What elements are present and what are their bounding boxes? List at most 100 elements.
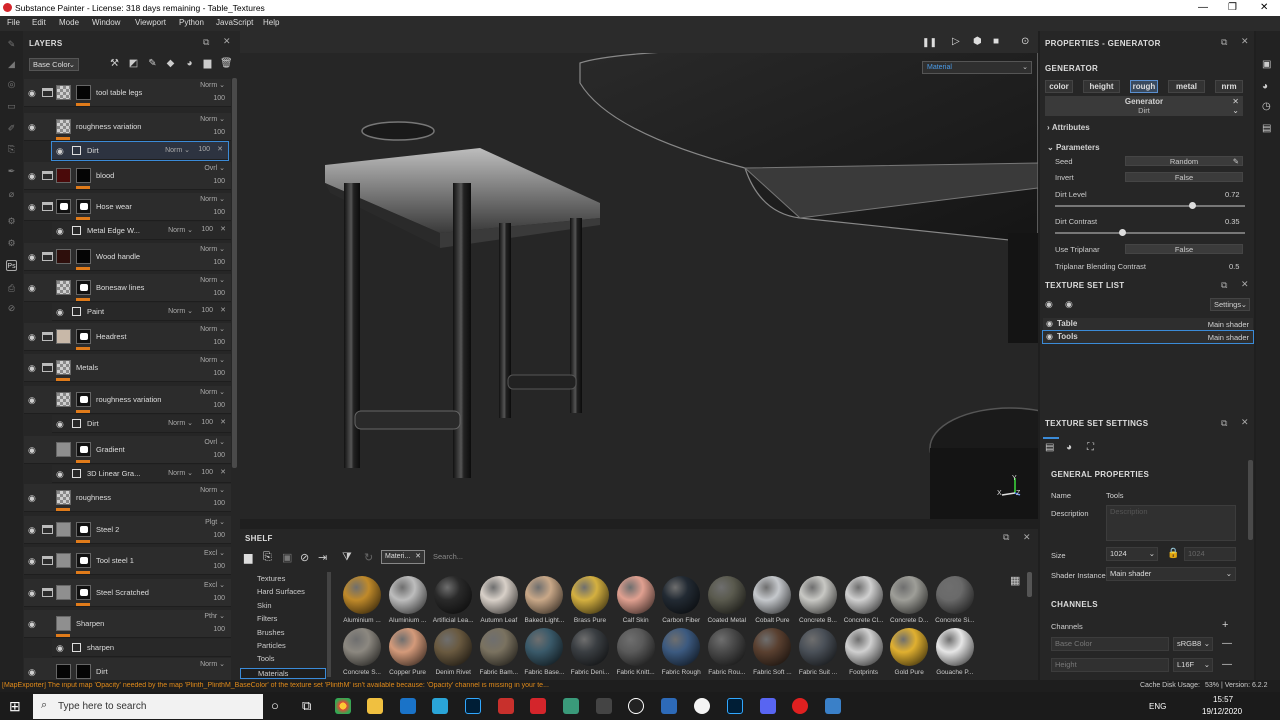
layer-item[interactable]: ◉ Dirt Norm ⌄ 100 ✕: [51, 141, 229, 161]
picker-tool-icon[interactable]: ✒: [6, 166, 17, 177]
eye-icon[interactable]: ◉: [28, 363, 36, 374]
eye-icon[interactable]: ◉: [28, 283, 36, 294]
material-item[interactable]: Fabric Base...: [523, 628, 565, 676]
layer-item[interactable]: ◉ Bonesaw lines Norm ⌄ 100: [24, 274, 231, 302]
size-select[interactable]: 1024 ⌄: [1106, 547, 1158, 561]
panel-undock-icon[interactable]: ⧉: [203, 37, 209, 48]
material-item[interactable]: Coated Metal: [706, 576, 748, 624]
folder-icon[interactable]: [42, 251, 53, 261]
polygon-fill-icon[interactable]: ▭: [6, 101, 17, 112]
paint-brush-tool-icon[interactable]: ✎: [6, 39, 17, 50]
texture-set-row-tools[interactable]: ◉ Tools Main shader: [1042, 330, 1254, 344]
shelf-category-item[interactable]: Brushes: [257, 628, 285, 637]
close-icon[interactable]: ✕: [217, 145, 223, 153]
texture-set-tab-icon[interactable]: ▤: [1045, 442, 1054, 453]
eye-icon[interactable]: ◉: [28, 395, 36, 406]
history-icon[interactable]: ◷: [1262, 101, 1271, 112]
substance-designer-icon[interactable]: [563, 698, 579, 714]
close-icon[interactable]: ✕: [220, 306, 226, 314]
close-icon[interactable]: ✕: [1260, 2, 1268, 13]
parameters-toggle[interactable]: ⌄ Parameters: [1047, 143, 1100, 152]
eye-icon[interactable]: ◉: [28, 88, 36, 99]
camera-view-icon[interactable]: ▷: [952, 36, 960, 47]
layer-item[interactable]: ◉ Wood handle Norm ⌄ 100: [24, 243, 231, 271]
properties-close-icon[interactable]: ✕: [1241, 36, 1249, 47]
photoshop-icon[interactable]: [727, 698, 743, 714]
plugin-icon[interactable]: ⊘: [6, 303, 17, 314]
remove-channel-icon[interactable]: —: [1222, 638, 1232, 649]
folder-icon[interactable]: ▆: [244, 551, 252, 564]
material-item[interactable]: Concrete B...: [797, 576, 839, 624]
language-indicator[interactable]: ENG: [1149, 702, 1166, 711]
menu-viewport[interactable]: Viewport: [135, 18, 166, 27]
layer-item[interactable]: ◉ Sharpen Pthr ⌄ 100: [24, 610, 231, 638]
export-icon[interactable]: ⎙: [6, 283, 17, 294]
eye-icon[interactable]: ◉: [1046, 319, 1053, 328]
material-item[interactable]: Fabric Rough: [660, 628, 702, 676]
eraser-tool-icon[interactable]: ◢: [6, 59, 17, 70]
shelf-category-item[interactable]: Textures: [257, 574, 285, 583]
dirt-contrast-value[interactable]: 0.35: [1225, 217, 1240, 226]
material-item[interactable]: Denim Rivet: [432, 628, 474, 676]
app-icon[interactable]: [432, 698, 448, 714]
video-camera-icon[interactable]: ■: [993, 36, 999, 47]
material-item[interactable]: Concrete Cl...: [843, 576, 885, 624]
material-item[interactable]: Fabric Knitt...: [615, 628, 657, 676]
eye-icon[interactable]: ◉: [28, 171, 36, 182]
material-item[interactable]: Footprints: [843, 628, 885, 676]
lock-icon[interactable]: 🔒: [1167, 548, 1179, 559]
layer-item[interactable]: ◉ Headrest Norm ⌄ 100: [24, 323, 231, 351]
close-icon[interactable]: ✕: [220, 418, 226, 426]
app-icon[interactable]: [661, 698, 677, 714]
eye-icon[interactable]: ◉: [28, 667, 36, 678]
app-icon[interactable]: [694, 698, 710, 714]
material-item[interactable]: Brass Pure: [569, 576, 611, 624]
tss-close-icon[interactable]: ✕: [1241, 417, 1249, 428]
import-icon[interactable]: ⎘: [263, 551, 272, 564]
shader-instance-select[interactable]: Main shader ⌄: [1106, 567, 1236, 581]
tss-undock-icon[interactable]: ⧉: [1221, 418, 1227, 429]
hide-icon[interactable]: ⊘: [300, 551, 309, 564]
tab-height[interactable]: height: [1083, 80, 1120, 93]
settings-dropdown[interactable]: Settings ⌄: [1210, 298, 1250, 311]
material-item[interactable]: Autumn Leaf: [478, 576, 520, 624]
tab-color[interactable]: color: [1045, 80, 1073, 93]
tss-scrollbar[interactable]: [1248, 460, 1253, 540]
save-icon[interactable]: ▣: [282, 551, 292, 564]
export-shelf-icon[interactable]: ⇥: [318, 551, 327, 564]
uv-tab-icon[interactable]: ⛶: [1087, 442, 1094, 453]
folder-icon[interactable]: [42, 170, 53, 180]
shelf-filter-tag[interactable]: Materi... ✕: [381, 550, 425, 564]
folder-icon[interactable]: [42, 331, 53, 341]
triplanar-blend-value[interactable]: 0.5: [1229, 262, 1239, 271]
shelf-category-item[interactable]: Tools: [257, 654, 275, 663]
menu-javascript[interactable]: JavaScript: [216, 18, 253, 27]
pause-icon[interactable]: ❚❚: [922, 37, 937, 48]
file-explorer-icon[interactable]: [367, 698, 383, 714]
dirt-level-value[interactable]: 0.72: [1225, 190, 1240, 199]
material-picker-icon[interactable]: ⌀: [6, 189, 17, 200]
material-item[interactable]: Carbon Fiber: [660, 576, 702, 624]
seed-random-button[interactable]: Random ✎: [1125, 156, 1243, 166]
material-item[interactable]: Fabric Bam...: [478, 628, 520, 676]
slider-handle[interactable]: [1118, 229, 1126, 236]
substance-painter-icon[interactable]: [530, 698, 546, 714]
add-paint-layer-icon[interactable]: ✎: [147, 58, 158, 69]
layer-item[interactable]: ◉ Steel 2 Plgt ⌄ 100: [24, 516, 231, 544]
eye-icon[interactable]: ◉: [1065, 299, 1073, 310]
material-item[interactable]: Gouache P...: [934, 628, 976, 676]
menu-python[interactable]: Python: [179, 18, 204, 27]
refresh-icon[interactable]: ↻: [364, 551, 373, 564]
layer-item[interactable]: ◉ Steel Scratched Excl ⌄ 100: [24, 579, 231, 607]
close-icon[interactable]: ✕: [220, 468, 226, 476]
folder-icon[interactable]: [42, 555, 53, 565]
chrome-icon[interactable]: [335, 698, 351, 714]
menu-file[interactable]: File: [7, 18, 20, 27]
shelf-category-item[interactable]: Hard Surfaces: [257, 587, 305, 596]
material-item[interactable]: Gold Pure: [888, 628, 930, 676]
task-view-icon[interactable]: ⧉: [302, 698, 311, 714]
zbrush-icon[interactable]: [596, 698, 612, 714]
eye-icon[interactable]: ◉: [56, 419, 64, 430]
screenshot-icon[interactable]: ⊙: [1021, 36, 1029, 47]
shelf-search-input[interactable]: Search...: [430, 550, 1030, 564]
